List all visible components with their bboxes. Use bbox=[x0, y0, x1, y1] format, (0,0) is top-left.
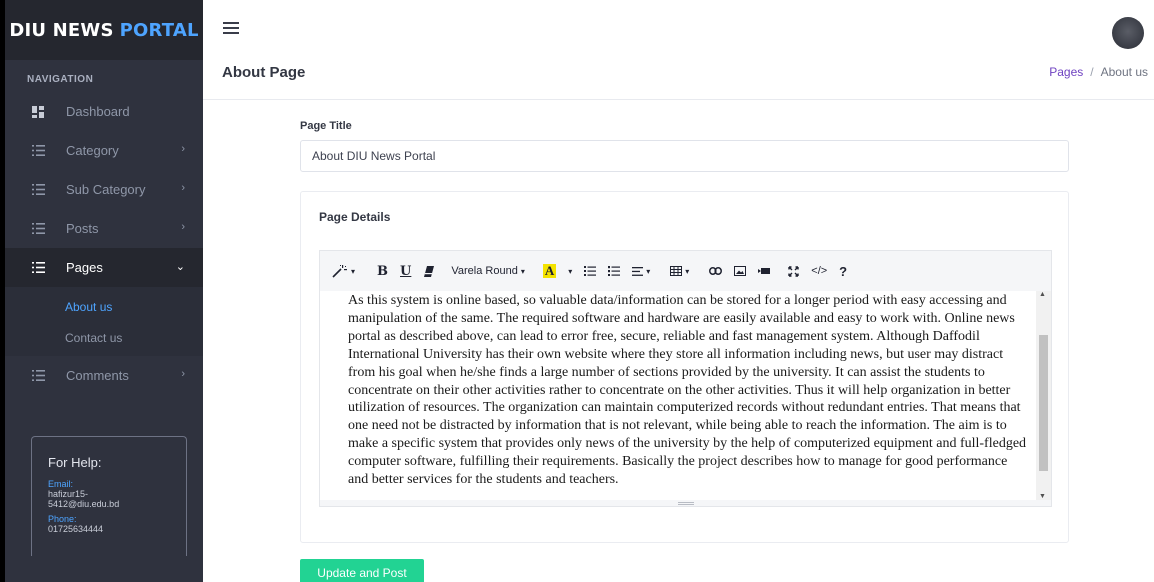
page-title-input[interactable] bbox=[300, 140, 1069, 172]
sidebar-item-label: Comments bbox=[66, 368, 129, 383]
brand-logo[interactable]: DIU NEWS PORTAL bbox=[5, 0, 203, 60]
bold-button[interactable]: B bbox=[377, 260, 388, 282]
align-icon[interactable]: ▾ bbox=[632, 260, 650, 282]
breadcrumb-current: About us bbox=[1100, 65, 1148, 79]
list-icon bbox=[31, 369, 45, 383]
sidebar-subitem-about-us[interactable]: About us bbox=[5, 291, 203, 322]
editor-toolbar: ▾ B U Varela Round ▾ A ▾ ▾ ▾ </> ? bbox=[320, 251, 1051, 291]
pages-submenu: About us Contact us bbox=[5, 287, 203, 356]
main-content: Page Title Page Details ▾ B U Varela Rou… bbox=[203, 100, 1154, 582]
brand-text-accent: PORTAL bbox=[119, 19, 199, 41]
scroll-down-icon[interactable]: ▼ bbox=[1039, 493, 1046, 500]
brand-text-primary: DIU NEWS bbox=[9, 19, 114, 41]
fullscreen-icon[interactable] bbox=[788, 260, 799, 282]
highlight-color-button[interactable]: A bbox=[542, 260, 557, 282]
breadcrumb-link-pages[interactable]: Pages bbox=[1049, 65, 1083, 79]
unordered-list-icon[interactable] bbox=[584, 260, 597, 282]
sidebar-item-label: Pages bbox=[66, 260, 103, 275]
highlight-label: A bbox=[542, 263, 557, 278]
help-email-value[interactable]: hafizur15- 5412@diu.edu.bd bbox=[48, 489, 186, 509]
list-icon bbox=[31, 144, 45, 158]
help-title: For Help: bbox=[48, 455, 102, 470]
list-icon bbox=[31, 183, 45, 197]
page-title: About Page bbox=[222, 64, 306, 81]
sidebar-item-label: Sub Category bbox=[66, 182, 146, 197]
scroll-up-icon[interactable]: ▲ bbox=[1039, 291, 1046, 298]
color-dropdown-caret[interactable]: ▾ bbox=[568, 260, 572, 282]
sidebar-item-label: Dashboard bbox=[66, 104, 130, 119]
page-details-label: Page Details bbox=[319, 210, 391, 224]
page-details-text: As this system is online based, so valua… bbox=[348, 293, 1027, 488]
image-icon[interactable] bbox=[734, 260, 747, 282]
chevron-right-icon: › bbox=[181, 221, 185, 233]
sidebar: DIU NEWS PORTAL NAVIGATION Dashboard Cat… bbox=[5, 0, 203, 582]
sidebar-item-category[interactable]: Category › bbox=[5, 131, 203, 170]
chevron-right-icon: › bbox=[181, 143, 185, 155]
update-and-post-button[interactable]: Update and Post bbox=[300, 559, 424, 582]
rich-text-editor: ▾ B U Varela Round ▾ A ▾ ▾ ▾ </> ? As th… bbox=[319, 250, 1052, 507]
font-family-select[interactable]: Varela Round ▾ bbox=[451, 260, 524, 282]
list-icon bbox=[31, 261, 45, 275]
sidebar-item-label: Posts bbox=[66, 221, 99, 236]
sidebar-item-posts[interactable]: Posts › bbox=[5, 209, 203, 248]
sidebar-item-pages[interactable]: Pages ⌄ bbox=[5, 248, 203, 287]
code-view-button[interactable]: </> bbox=[811, 260, 827, 282]
sidebar-subitem-contact-us[interactable]: Contact us bbox=[5, 322, 203, 353]
app-frame: DIU NEWS PORTAL NAVIGATION Dashboard Cat… bbox=[5, 0, 1154, 582]
menu-toggle-icon[interactable] bbox=[223, 22, 239, 36]
list-icon bbox=[31, 222, 45, 236]
help-email-line: 5412@diu.edu.bd bbox=[48, 499, 120, 509]
font-family-value: Varela Round bbox=[451, 265, 518, 277]
top-bar bbox=[203, 0, 1154, 60]
magic-wand-icon[interactable]: ▾ bbox=[332, 260, 355, 282]
chevron-right-icon: › bbox=[181, 368, 185, 380]
video-icon[interactable] bbox=[758, 260, 771, 282]
help-phone-label: Phone: bbox=[48, 514, 77, 524]
help-box: For Help: Email: hafizur15- 5412@diu.edu… bbox=[31, 436, 187, 556]
sidebar-item-comments[interactable]: Comments › bbox=[5, 356, 203, 395]
help-email-line: hafizur15- bbox=[48, 489, 89, 499]
underline-label: U bbox=[400, 263, 412, 279]
help-email-label: Email: bbox=[48, 479, 74, 489]
sidebar-item-label: Category bbox=[66, 143, 119, 158]
page-details-card: Page Details ▾ B U Varela Round ▾ A ▾ ▾ … bbox=[300, 191, 1069, 543]
underline-button[interactable]: U bbox=[400, 260, 411, 282]
chevron-right-icon: › bbox=[181, 182, 185, 194]
eraser-icon[interactable] bbox=[423, 260, 435, 282]
breadcrumb-separator: / bbox=[1090, 65, 1094, 79]
scrollbar-thumb[interactable] bbox=[1039, 335, 1048, 471]
page-header: About Page Pages / About us bbox=[203, 60, 1154, 100]
dashboard-icon bbox=[31, 105, 45, 119]
nav-section-title: NAVIGATION bbox=[27, 74, 94, 85]
sidebar-item-dashboard[interactable]: Dashboard bbox=[5, 92, 203, 131]
editor-scrollbar[interactable]: ▲ ▼ bbox=[1036, 291, 1051, 502]
page-title-label: Page Title bbox=[300, 120, 352, 132]
link-icon[interactable] bbox=[709, 260, 723, 282]
editor-resize-handle[interactable] bbox=[320, 500, 1051, 506]
breadcrumb: Pages / About us bbox=[1049, 65, 1148, 79]
ordered-list-icon[interactable] bbox=[608, 260, 621, 282]
avatar[interactable] bbox=[1112, 17, 1144, 49]
help-button[interactable]: ? bbox=[839, 260, 847, 282]
help-phone-value: 01725634444 bbox=[48, 524, 104, 534]
sidebar-item-sub-category[interactable]: Sub Category › bbox=[5, 170, 203, 209]
table-icon[interactable]: ▾ bbox=[670, 260, 689, 282]
chevron-down-icon: ⌄ bbox=[175, 261, 185, 273]
editor-content-area[interactable]: As this system is online based, so valua… bbox=[320, 291, 1051, 502]
